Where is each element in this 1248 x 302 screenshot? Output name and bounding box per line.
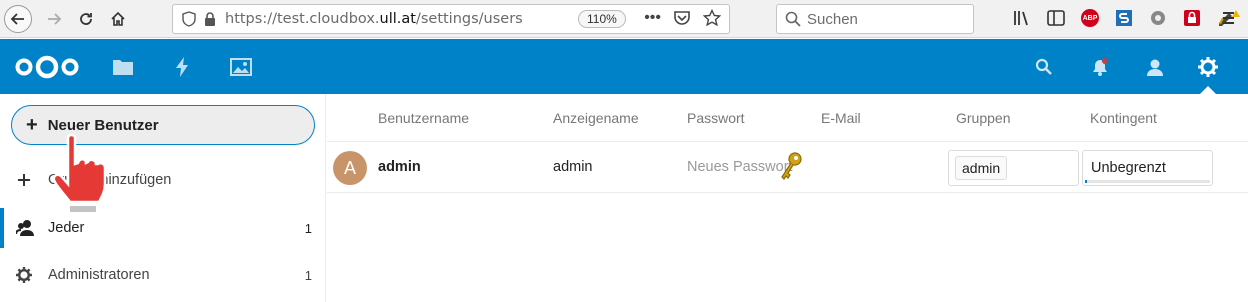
- active-menu-indicator: [1200, 86, 1216, 94]
- app-navigation: + Neuer Benutzer Gruppe hinzufügen Jeder…: [0, 94, 326, 302]
- tracking-shield-icon[interactable]: [181, 11, 197, 27]
- lock-extension-icon[interactable]: [1182, 8, 1202, 28]
- app-header: [0, 39, 1248, 94]
- password-field[interactable]: Neues Passwort: [687, 159, 793, 175]
- sidebar-toggle-icon[interactable]: [1046, 8, 1066, 28]
- quota-select[interactable]: Unbegrenzt: [1082, 150, 1213, 186]
- arrow-left-icon: [10, 13, 24, 25]
- gallery-app-icon[interactable]: [229, 55, 253, 79]
- header-email: E-Mail: [821, 110, 861, 126]
- home-button[interactable]: [104, 5, 132, 33]
- extension-s-icon[interactable]: [1114, 8, 1134, 28]
- header-display-name: Anzeigename: [553, 110, 639, 126]
- sidebar-item-count: 1: [304, 220, 312, 236]
- add-group-item[interactable]: Gruppe hinzufügen: [0, 160, 326, 200]
- header-groups: Gruppen: [956, 110, 1011, 126]
- nextcloud-logo[interactable]: [14, 55, 80, 84]
- pocket-icon[interactable]: [673, 10, 691, 26]
- header-username: Benutzername: [378, 110, 470, 126]
- group-icon: [4, 219, 48, 237]
- table-header: Benutzername Anzeigename Passwort E-Mail…: [327, 94, 1248, 142]
- key-icon: [779, 151, 803, 185]
- avatar[interactable]: A: [333, 151, 367, 185]
- groups-select[interactable]: admin: [948, 150, 1079, 186]
- reload-icon: [80, 13, 92, 25]
- table-row: A admin admin Neues Passwort admin Unbeg…: [327, 143, 1248, 193]
- contacts-icon[interactable]: [1142, 55, 1166, 79]
- library-icon[interactable]: [1012, 8, 1032, 28]
- sidebar-item-everyone[interactable]: Jeder 1: [0, 208, 326, 248]
- lock-icon[interactable]: [203, 11, 217, 27]
- address-bar[interactable]: https://test.cloudbox.ull.at/settings/us…: [172, 4, 730, 34]
- search-bar[interactable]: Suchen: [776, 4, 974, 34]
- new-user-label: Neuer Benutzer: [47, 116, 159, 134]
- hand-pointer-cursor-icon: [50, 132, 114, 217]
- sidebar-item-label: Jeder: [48, 220, 85, 236]
- arrow-right-icon: [48, 13, 62, 25]
- back-button[interactable]: [4, 5, 32, 33]
- more-actions-icon[interactable]: •••: [644, 9, 661, 27]
- user-list: Benutzername Anzeigename Passwort E-Mail…: [327, 94, 1248, 302]
- files-app-icon[interactable]: [111, 55, 135, 79]
- search-icon: [785, 11, 801, 27]
- activity-app-icon[interactable]: [170, 55, 194, 79]
- quota-value: Unbegrenzt: [1091, 160, 1166, 176]
- home-icon: [111, 11, 125, 26]
- gear-extension-icon[interactable]: [1148, 8, 1168, 28]
- zoom-badge[interactable]: 110%: [578, 10, 626, 28]
- username-cell: admin: [378, 159, 421, 175]
- bookmark-star-icon[interactable]: [703, 9, 721, 27]
- hamburger-menu-icon[interactable]: [1222, 10, 1240, 26]
- reload-button[interactable]: [72, 5, 100, 33]
- sidebar-item-label: Administratoren: [48, 267, 150, 283]
- group-tag[interactable]: admin: [955, 156, 1008, 180]
- header-quota: Kontingent: [1090, 110, 1157, 126]
- unified-search-icon[interactable]: [1032, 55, 1056, 79]
- quota-progress-bar: [1085, 180, 1210, 183]
- notifications-bell-icon[interactable]: [1088, 55, 1112, 79]
- search-placeholder: Suchen: [807, 10, 858, 28]
- sidebar-item-count: 1: [304, 267, 312, 283]
- url-text[interactable]: https://test.cloudbox.ull.at/settings/us…: [225, 11, 523, 27]
- settings-gear-icon[interactable]: [1196, 55, 1220, 79]
- adblock-plus-icon[interactable]: ABP: [1080, 8, 1100, 28]
- plus-icon: [0, 173, 48, 187]
- plus-icon: +: [26, 114, 38, 136]
- browser-toolbar: https://test.cloudbox.ull.at/settings/us…: [0, 0, 1248, 38]
- display-name-field[interactable]: admin: [553, 159, 593, 175]
- forward-button[interactable]: [40, 5, 68, 33]
- sidebar-item-admins[interactable]: Administratoren 1: [0, 255, 326, 295]
- gear-icon: [0, 267, 48, 283]
- header-password: Passwort: [687, 110, 745, 126]
